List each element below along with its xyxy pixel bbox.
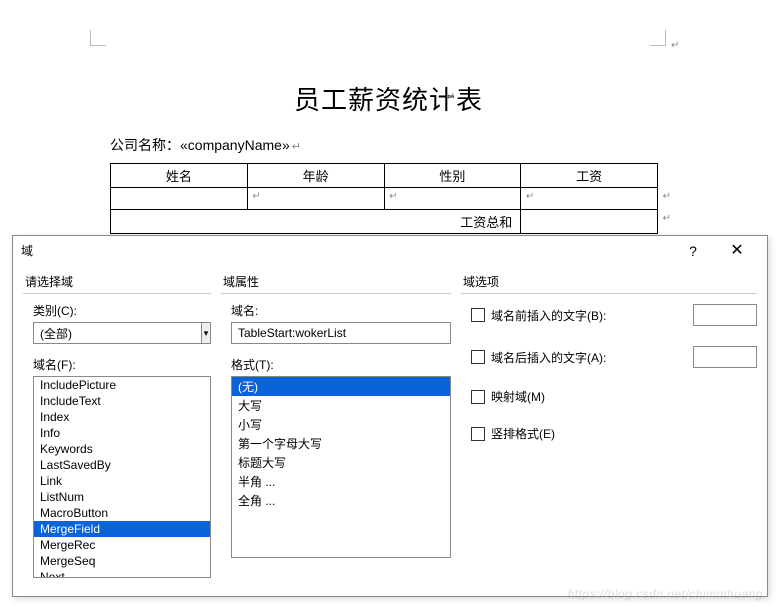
- col-header: 性别: [384, 164, 521, 188]
- opt-before-input[interactable]: [693, 304, 757, 326]
- total-label: 工资总和: [111, 210, 521, 234]
- list-item[interactable]: LastSavedBy: [34, 457, 210, 473]
- help-button[interactable]: ?: [671, 237, 715, 265]
- list-item[interactable]: (无): [232, 377, 450, 396]
- opt-vert-label: 竖排格式(E): [491, 425, 757, 442]
- list-item[interactable]: 全角 ...: [232, 491, 450, 510]
- chevron-down-icon[interactable]: ▾: [202, 322, 211, 344]
- field-listbox[interactable]: IncludePictureIncludeTextIndexInfoKeywor…: [33, 376, 211, 578]
- list-item[interactable]: Info: [34, 425, 210, 441]
- opt-after-label: 域名后插入的文字(A):: [491, 349, 687, 366]
- paragraph-mark-icon: ↵: [671, 40, 679, 51]
- salary-table: 姓名 年龄 性别 工资 ↵ ↵ ↵ ↵ 工资总和 ↵: [110, 163, 658, 234]
- list-item[interactable]: 半角 ...: [232, 472, 450, 491]
- page-title: 员工薪资统计表: [0, 80, 777, 117]
- list-item[interactable]: MergeField: [34, 521, 210, 537]
- section-props: 域属性: [221, 270, 451, 294]
- company-line: 公司名称：«companyName»↵: [110, 135, 777, 155]
- section-select-field: 请选择域: [23, 270, 211, 294]
- col-header: 工资: [521, 164, 658, 188]
- paragraph-mark-icon: ↵: [292, 141, 301, 153]
- list-item[interactable]: MacroButton: [34, 505, 210, 521]
- field-dialog: 域 ? ✕ 请选择域 类别(C): ▾ 域名(F): IncludePictur…: [12, 235, 768, 597]
- list-item[interactable]: Link: [34, 473, 210, 489]
- opt-before-label: 域名前插入的文字(B):: [491, 307, 687, 324]
- list-item[interactable]: MergeRec: [34, 537, 210, 553]
- checkbox-map[interactable]: [471, 390, 485, 404]
- list-item[interactable]: Index: [34, 409, 210, 425]
- format-listbox[interactable]: (无)大写小写第一个字母大写标题大写半角 ...全角 ...: [231, 376, 451, 558]
- checkbox-after[interactable]: [471, 350, 485, 364]
- propname-input[interactable]: [231, 322, 451, 344]
- list-item[interactable]: MergeSeq: [34, 553, 210, 569]
- list-item[interactable]: IncludeText: [34, 393, 210, 409]
- checkbox-vertical[interactable]: [471, 427, 485, 441]
- table-total-row: 工资总和 ↵: [111, 210, 658, 234]
- company-label: 公司名称：: [110, 137, 180, 153]
- dialog-title: 域: [21, 236, 33, 266]
- document-area: ↵ 员工薪资统计表 ↵ 公司名称：«companyName»↵ 姓名 年龄 性别…: [0, 0, 777, 234]
- propname-label: 域名:: [231, 302, 451, 319]
- close-button[interactable]: ✕: [715, 237, 759, 265]
- format-label: 格式(T):: [231, 356, 451, 373]
- list-item[interactable]: Keywords: [34, 441, 210, 457]
- margin-corner-tl: [90, 30, 106, 46]
- col-header: 姓名: [111, 164, 248, 188]
- list-item[interactable]: 第一个字母大写: [232, 434, 450, 453]
- section-options: 域选项: [461, 270, 757, 294]
- opt-after-input[interactable]: [693, 346, 757, 368]
- table-header-row: 姓名 年龄 性别 工资: [111, 164, 658, 188]
- category-combo[interactable]: ▾: [33, 322, 211, 344]
- fieldname-listlabel: 域名(F):: [33, 356, 211, 373]
- list-item[interactable]: Next: [34, 569, 210, 578]
- list-item[interactable]: ListNum: [34, 489, 210, 505]
- table-row: ↵ ↵ ↵ ↵: [111, 188, 658, 210]
- list-item[interactable]: 小写: [232, 415, 450, 434]
- margin-corner-tr: [650, 30, 666, 46]
- category-input[interactable]: [33, 322, 202, 344]
- checkbox-before[interactable]: [471, 308, 485, 322]
- list-item[interactable]: 标题大写: [232, 453, 450, 472]
- company-mergefield: «companyName»: [180, 137, 290, 153]
- opt-map-label: 映射域(M): [491, 388, 757, 405]
- dialog-titlebar: 域 ? ✕: [13, 236, 767, 266]
- category-label: 类别(C):: [33, 302, 211, 319]
- paragraph-mark-icon: ↵: [446, 90, 455, 103]
- list-item[interactable]: IncludePicture: [34, 377, 210, 393]
- list-item[interactable]: 大写: [232, 396, 450, 415]
- col-header: 年龄: [247, 164, 384, 188]
